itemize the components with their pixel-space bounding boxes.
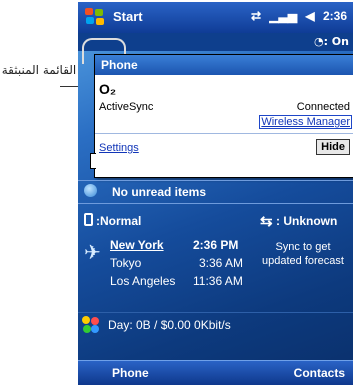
profile-label[interactable]: :Normal [96,214,141,228]
popup-divider [95,133,353,134]
windows-flag-icon[interactable] [85,8,105,26]
usage-meter-icon [82,316,100,334]
device-screen: Start ⇄ ▁▃▅ ◀ 2:36 ◔: On Phone O₂ Active… [78,2,353,385]
hide-button[interactable]: Hide [316,139,350,155]
title-bar: Start ⇄ ▁▃▅ ◀ 2:36 [78,2,353,34]
popup-menu-callout: القائمة المنبثقة [1,63,77,77]
popup-title: Phone [95,55,353,75]
operator-name: O₂ [99,81,117,97]
city-name: Los Angeles [110,274,176,288]
city-name: Tokyo [110,256,142,270]
usage-text: Day: 0B / $0.00 0Kbit/s [108,318,231,332]
network-status[interactable]: : Unknown [276,214,337,228]
speaker-icon[interactable]: ◀ [305,9,314,23]
data-usage-row[interactable]: Day: 0B / $0.00 0Kbit/s [78,312,353,337]
forecast-sync-text[interactable]: Sync to get updated forecast [255,240,351,268]
popup-pointer [90,153,96,169]
connection-status: Connected [296,101,350,113]
start-button[interactable]: Start [113,9,143,24]
city-time: 11:36 AM [193,274,243,288]
settings-link[interactable]: Settings [99,142,139,154]
city-time: 3:36 AM [199,256,244,270]
phone-popup-bubble: Phone O₂ ActiveSync Connected Wireless M… [90,54,353,178]
city-name[interactable]: New York [110,238,164,252]
unread-items-row[interactable]: No unread items [78,180,353,204]
wireless-manager-link[interactable]: Wireless Manager [259,115,352,129]
system-tray[interactable]: ⇄ ▁▃▅ ◀ 2:36 [246,9,347,23]
background-strip-text: ◔: On [313,35,349,48]
profile-network-row: :Normal ⇆ : Unknown [78,210,353,230]
unread-text: No unread items [112,185,207,199]
softkey-bar: Phone Contacts [78,360,353,385]
network-arrows-icon: ⇆ [260,213,273,230]
contacts-softkey[interactable]: Contacts [294,366,345,380]
world-clock-weather-row[interactable]: ✈ New York 2:36 PM Tokyo 3:36 AM Los Ang… [78,234,353,306]
signal-bars-icon[interactable]: ▁▃▅ [269,9,297,23]
city-time: 2:36 PM [193,238,239,252]
phone-profile-icon[interactable] [84,213,93,226]
phone-softkey[interactable]: Phone [112,366,149,380]
airplane-icon: ✈ [84,242,101,264]
clock-time[interactable]: 2:36 [323,9,347,23]
sync-arrows-icon[interactable]: ⇄ [251,9,261,23]
messaging-globe-icon [84,184,97,197]
activesync-label: ActiveSync [99,101,154,113]
